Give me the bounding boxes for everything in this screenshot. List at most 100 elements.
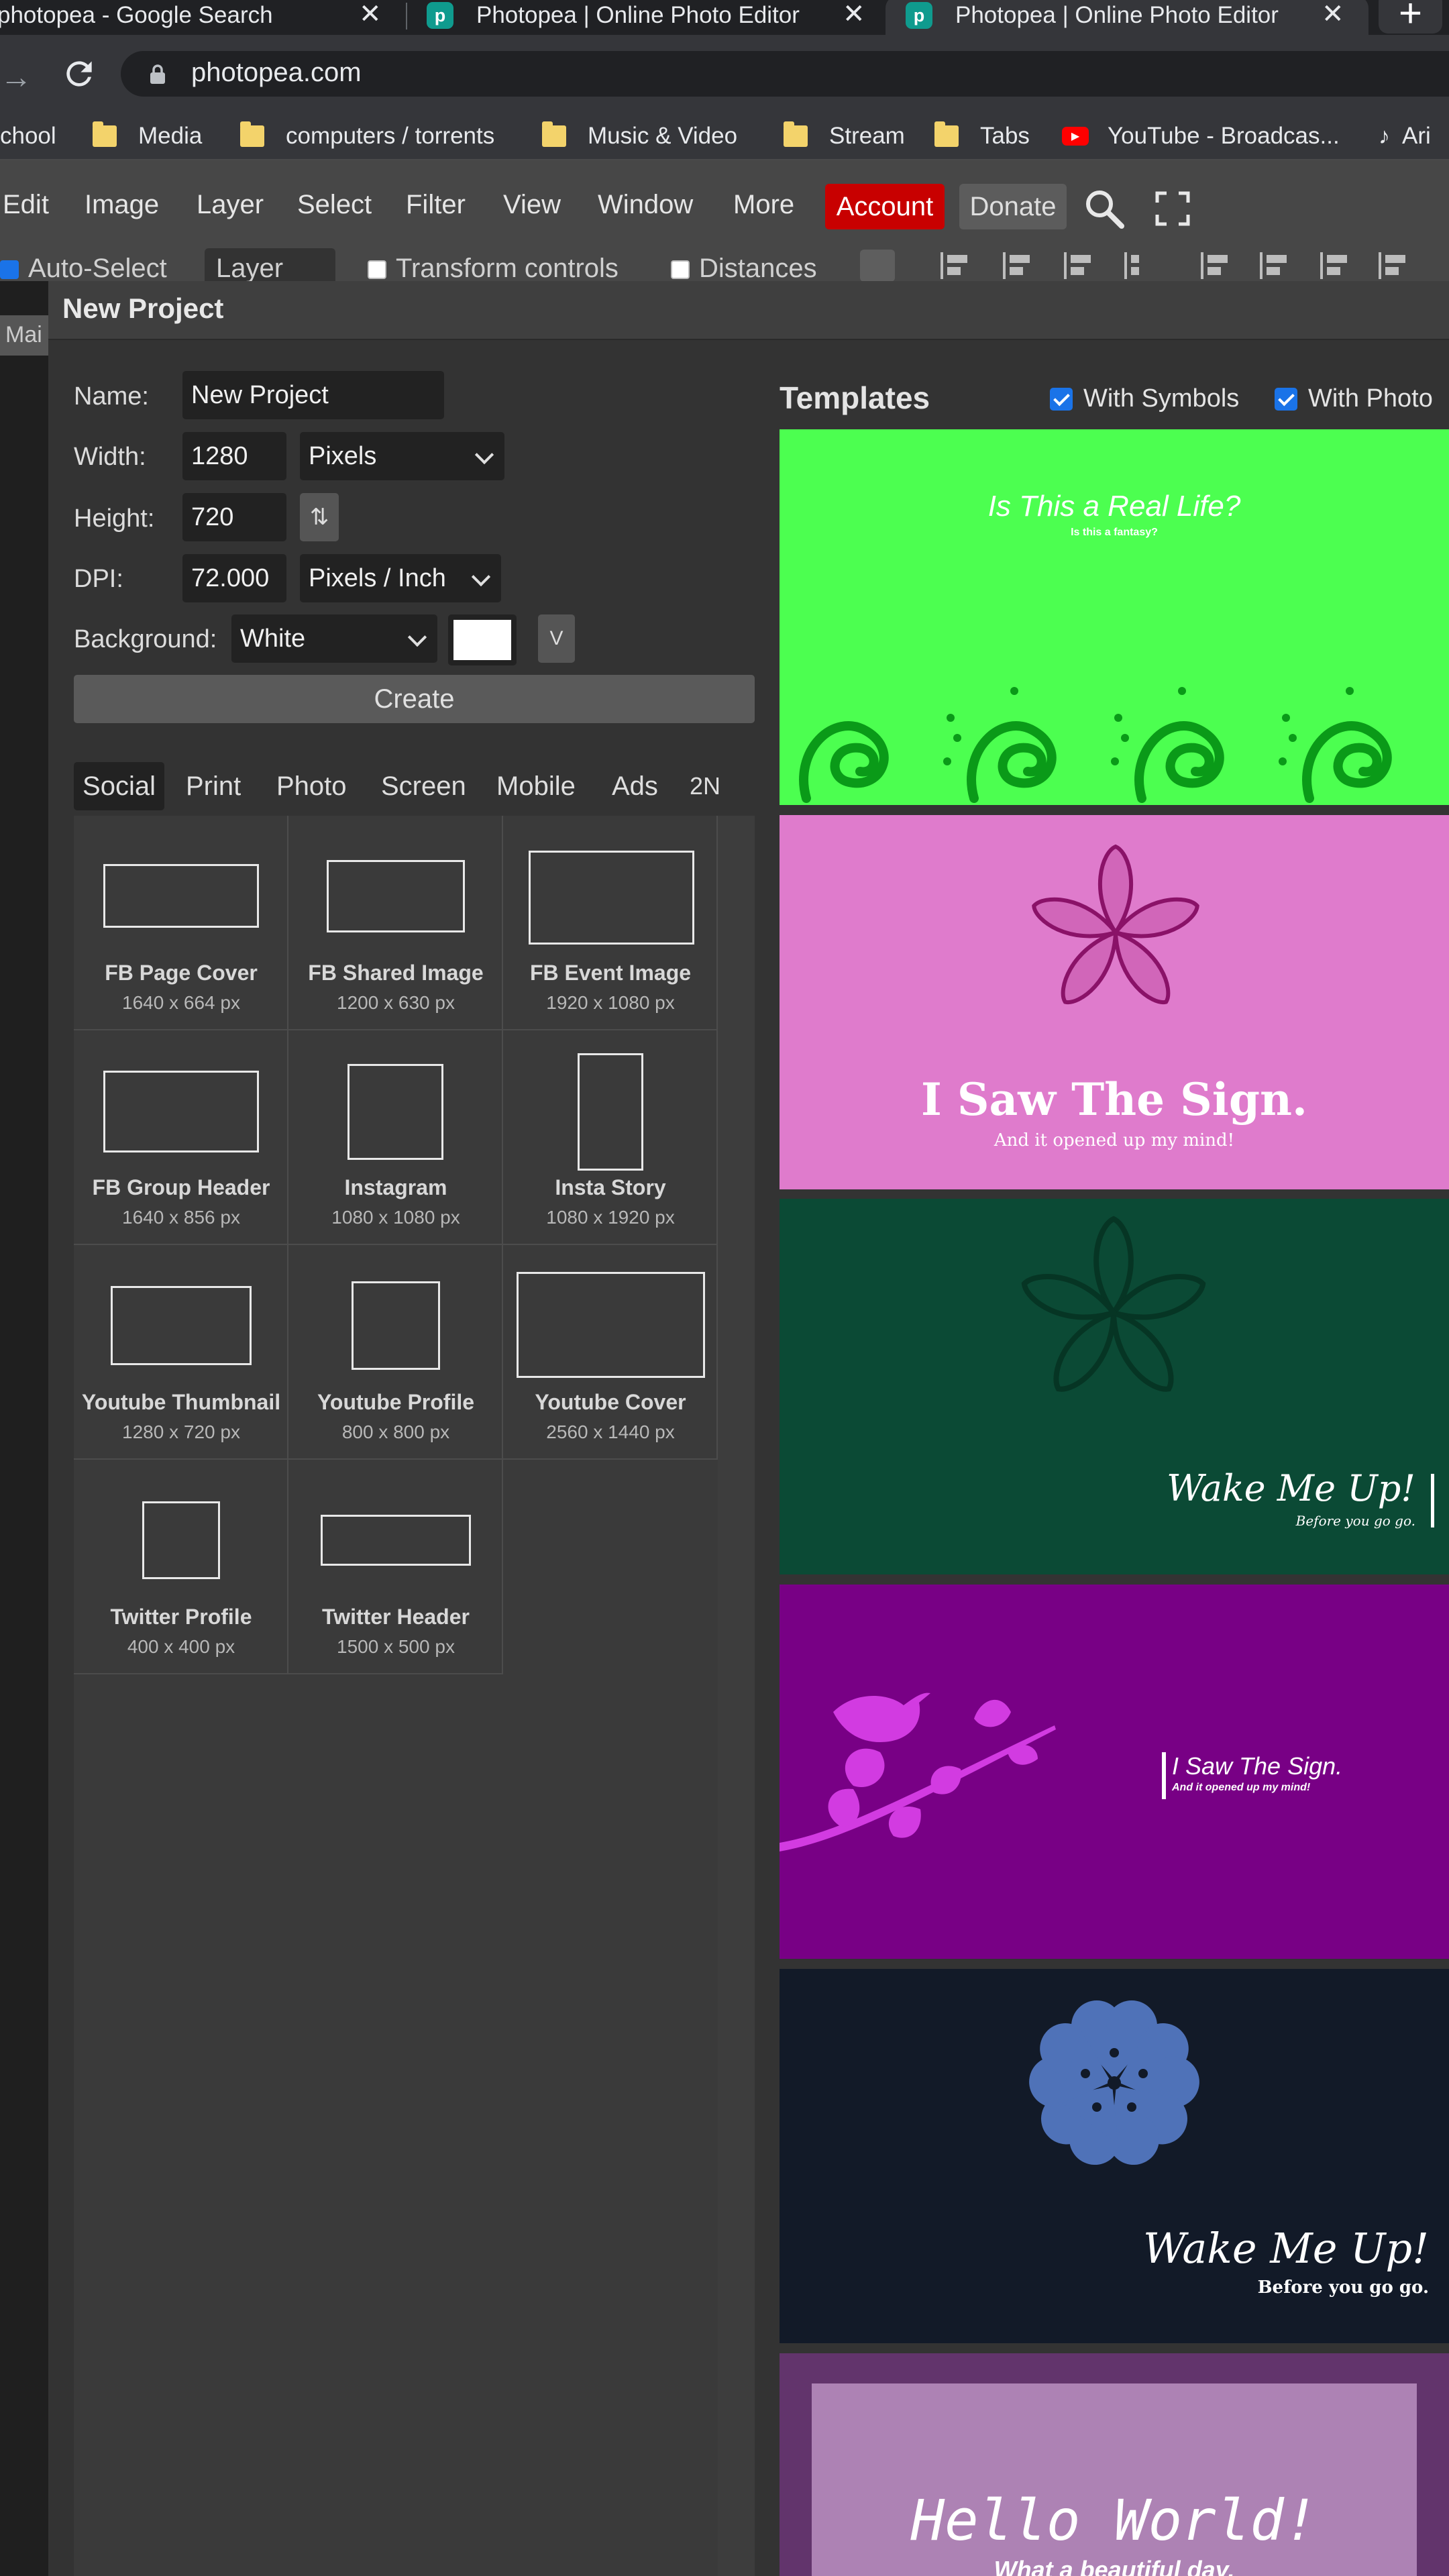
preset-twitter-header[interactable]: Twitter Header 1500 x 500 px [288, 1460, 503, 1674]
dpi-unit-select[interactable]: Pixels / Inch [300, 554, 501, 602]
preset-instagram[interactable]: Instagram 1080 x 1080 px [288, 1030, 503, 1245]
align-middle-icon[interactable] [1260, 252, 1289, 279]
tab-social[interactable]: Social [74, 762, 164, 810]
menu-filter[interactable]: Filter [406, 190, 466, 220]
forward-arrow-icon[interactable]: → [0, 59, 32, 96]
bookmark-tiktok[interactable]: ♪ Ari [1379, 121, 1431, 152]
tab-2n[interactable]: 2N [690, 762, 720, 810]
folder-icon [542, 121, 566, 147]
flower-outline-icon [1021, 1216, 1206, 1392]
preset-youtube-thumbnail[interactable]: Youtube Thumbnail 1280 x 720 px [74, 1245, 288, 1460]
download-icon[interactable] [860, 250, 895, 282]
template-subtitle: Before you go go. [1257, 2277, 1429, 2298]
preset-youtube-profile[interactable]: Youtube Profile 800 x 800 px [288, 1245, 503, 1460]
name-label: Name: [74, 382, 149, 411]
close-tab-icon[interactable]: ✕ [843, 0, 865, 30]
background-color-swatch[interactable] [448, 614, 517, 665]
template-wake-me-up-green[interactable]: Wake Me Up! Before you go go. [780, 1199, 1449, 1574]
tab-screen[interactable]: Screen [381, 762, 466, 810]
preset-name: FB Group Header [92, 1175, 270, 1199]
bookmark-tabs[interactable]: Tabs [934, 121, 1030, 152]
bookmark-label: Stream [829, 123, 905, 149]
preset-name: Youtube Cover [535, 1390, 686, 1414]
width-unit-select[interactable]: Pixels [300, 432, 504, 480]
left-side-panel [0, 281, 48, 2576]
account-button[interactable]: Account [825, 184, 945, 229]
folder-icon [240, 121, 264, 147]
bookmark-stream[interactable]: Stream [784, 121, 905, 152]
browser-tab-photopea-active[interactable]: p Photopea | Online Photo Editor ✕ [885, 0, 1368, 35]
bookmark-school[interactable]: chool [0, 121, 56, 152]
preset-youtube-cover[interactable]: Youtube Cover 2560 x 1440 px [503, 1245, 718, 1460]
checkbox-checked-icon [1275, 387, 1297, 411]
auto-select-checkbox[interactable]: Auto-Select [0, 254, 167, 284]
template-wake-me-up-navy[interactable]: Wake Me Up! Before you go go. [780, 1969, 1449, 2343]
template-subtitle: And it opened up my mind! [1172, 1782, 1311, 1793]
align-top-icon[interactable] [1201, 252, 1230, 279]
preset-fb-event-image[interactable]: FB Event Image 1920 x 1080 px [503, 816, 718, 1030]
search-icon[interactable] [1083, 188, 1125, 229]
transform-controls-checkbox[interactable]: Transform controls [368, 254, 619, 284]
preset-shape [111, 1286, 252, 1365]
create-button[interactable]: Create [74, 675, 755, 723]
menu-layer[interactable]: Layer [197, 190, 264, 220]
preset-twitter-profile[interactable]: Twitter Profile 400 x 400 px [74, 1460, 288, 1674]
height-label: Height: [74, 504, 155, 533]
bookmark-media[interactable]: Media [93, 121, 202, 152]
template-saw-the-sign-purple[interactable]: I Saw The Sign. And it opened up my mind… [780, 1585, 1449, 1959]
menu-image[interactable]: Image [85, 190, 159, 220]
bookmark-label: Media [138, 123, 203, 149]
menu-view[interactable]: View [503, 190, 561, 220]
swap-dimensions-icon[interactable]: ⇅ [300, 493, 339, 541]
height-input[interactable]: 720 [182, 493, 286, 541]
template-hello-world[interactable]: Hello World! What a beautiful day. [780, 2353, 1449, 2576]
v-button[interactable]: V [538, 614, 575, 663]
with-symbols-checkbox[interactable]: With Symbols [1050, 384, 1239, 413]
tab-title: Photopea | Online Photo Editor [955, 2, 1279, 28]
menu-window[interactable]: Window [598, 190, 693, 220]
width-input[interactable]: 1280 [182, 432, 286, 480]
background-select[interactable]: White [231, 614, 437, 663]
preset-fb-shared-image[interactable]: FB Shared Image 1200 x 630 px [288, 816, 503, 1030]
reload-icon[interactable] [60, 55, 98, 93]
donate-button[interactable]: Donate [959, 184, 1067, 229]
preset-insta-story[interactable]: Insta Story 1080 x 1920 px [503, 1030, 718, 1245]
bookmark-music-video[interactable]: Music & Video [542, 121, 737, 152]
new-tab-button[interactable]: + [1379, 0, 1442, 35]
menu-edit[interactable]: Edit [3, 190, 49, 220]
menu-more[interactable]: More [733, 190, 794, 220]
browser-tab-google[interactable]: photopea - Google Search ✕ [0, 0, 402, 35]
distribute-vertical-icon[interactable] [1379, 252, 1408, 279]
menu-select[interactable]: Select [297, 190, 372, 220]
distribute-icon[interactable] [1124, 252, 1154, 279]
distances-checkbox[interactable]: Distances [671, 254, 817, 284]
tab-ads[interactable]: Ads [612, 762, 658, 810]
template-saw-the-sign-pink[interactable]: I Saw The Sign. And it opened up my mind… [780, 815, 1449, 1189]
tab-mobile[interactable]: Mobile [496, 762, 576, 810]
checkbox-icon [368, 260, 386, 280]
tab-print[interactable]: Print [186, 762, 241, 810]
close-tab-icon[interactable]: ✕ [359, 0, 382, 30]
fullscreen-icon[interactable] [1155, 191, 1190, 226]
url-text[interactable]: photopea.com [191, 58, 362, 88]
align-right-icon[interactable] [1064, 252, 1093, 279]
align-bottom-icon[interactable] [1320, 252, 1350, 279]
align-left-icon[interactable] [941, 252, 970, 279]
browser-tab-photopea-1[interactable]: p Photopea | Online Photo Editor ✕ [427, 0, 869, 35]
align-center-icon[interactable] [1003, 252, 1032, 279]
with-photo-checkbox[interactable]: With Photo [1275, 384, 1433, 413]
tab-photo[interactable]: Photo [276, 762, 347, 810]
close-tab-icon[interactable]: ✕ [1322, 0, 1344, 30]
dialog-titlebar[interactable] [48, 281, 1449, 340]
preset-fb-group-header[interactable]: FB Group Header 1640 x 856 px [74, 1030, 288, 1245]
preset-size: 1080 x 1080 px [331, 1207, 460, 1228]
left-panel-tab[interactable]: Mai [0, 315, 48, 356]
bookmark-youtube[interactable]: ▶ YouTube - Broadcas... [1062, 121, 1340, 152]
name-input[interactable]: New Project [182, 371, 444, 419]
with-symbols-label: With Symbols [1083, 384, 1240, 413]
preset-fb-page-cover[interactable]: FB Page Cover 1640 x 664 px [74, 816, 288, 1030]
preset-scrollbar[interactable] [718, 816, 755, 2576]
dpi-input[interactable]: 72.000 [182, 554, 286, 602]
template-real-life[interactable]: Is This a Real Life? Is this a fantasy? [780, 429, 1449, 805]
bookmark-computers[interactable]: computers / torrents [240, 121, 494, 152]
